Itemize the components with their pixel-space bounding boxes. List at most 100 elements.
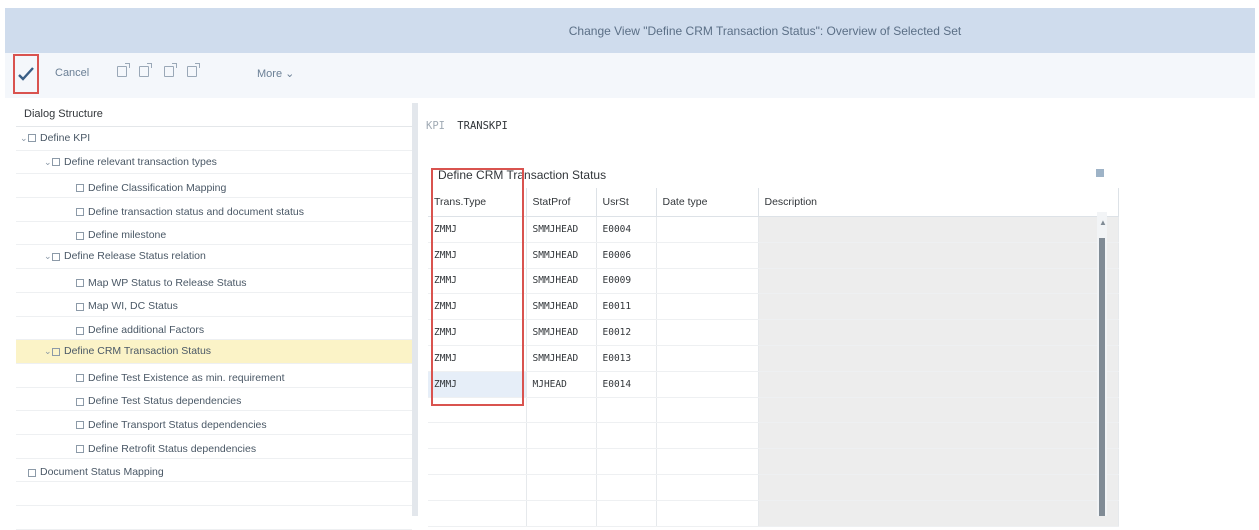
tree-item[interactable]: Map WI, DC Status bbox=[16, 293, 412, 317]
column-header-usr-st[interactable]: UsrSt bbox=[596, 188, 657, 217]
tree-item[interactable]: Define Test Status dependencies bbox=[16, 388, 412, 412]
cell-stat-prof[interactable]: SMMJHEAD bbox=[526, 319, 597, 346]
column-header-trans-type[interactable]: Trans.Type bbox=[428, 188, 527, 217]
cell-description[interactable] bbox=[758, 268, 1119, 295]
cell-usr-st[interactable]: E0012 bbox=[596, 319, 657, 346]
cell-trans-type[interactable]: ZMMJ bbox=[428, 216, 527, 243]
cell-stat-prof[interactable]: SMMJHEAD bbox=[526, 216, 597, 243]
checkmark-icon bbox=[18, 67, 34, 81]
tree-item[interactable]: ⌄ Define CRM Transaction Status bbox=[16, 340, 412, 364]
undo-change-icon[interactable] bbox=[187, 63, 200, 77]
table-row[interactable]: ZMMJ SMMJHEAD E0011 bbox=[428, 293, 1119, 321]
cell-trans-type[interactable]: ZMMJ bbox=[428, 242, 527, 269]
folder-icon bbox=[76, 279, 84, 288]
table-row[interactable]: ZMMJ SMMJHEAD E0013 bbox=[428, 345, 1119, 372]
cell-stat-prof[interactable]: MJHEAD bbox=[526, 371, 597, 398]
save-check-button[interactable] bbox=[13, 54, 39, 94]
tree-item[interactable]: ⌄ Define KPI bbox=[16, 127, 412, 151]
table-empty-row bbox=[428, 448, 1119, 475]
empty-cell bbox=[596, 448, 657, 475]
status-table: Trans.Type StatProf UsrSt Date type Desc… bbox=[428, 188, 1119, 527]
column-header-description[interactable]: Description bbox=[758, 188, 1119, 217]
cell-date-type[interactable] bbox=[656, 293, 759, 321]
cell-date-type[interactable] bbox=[656, 319, 759, 346]
cell-trans-type[interactable]: ZMMJ bbox=[428, 293, 527, 321]
folder-icon bbox=[76, 326, 84, 335]
tree-item[interactable]: ⌄ Define relevant transaction types bbox=[16, 151, 412, 175]
chevron-down-icon[interactable]: ⌄ bbox=[20, 127, 28, 150]
cell-usr-st[interactable]: E0011 bbox=[596, 293, 657, 321]
cell-trans-type[interactable]: ZMMJ bbox=[428, 371, 527, 398]
folder-icon bbox=[28, 468, 36, 477]
cell-description[interactable] bbox=[758, 345, 1119, 372]
cell-description[interactable] bbox=[758, 216, 1119, 243]
cell-description[interactable] bbox=[758, 371, 1119, 398]
more-menu-button[interactable]: More ⌄ bbox=[257, 67, 294, 80]
column-header-date-type[interactable]: Date type bbox=[656, 188, 759, 217]
cell-date-type[interactable] bbox=[656, 216, 759, 243]
chevron-down-icon[interactable]: ⌄ bbox=[44, 245, 52, 268]
delete-icon[interactable] bbox=[164, 63, 177, 77]
empty-cell bbox=[428, 500, 527, 527]
cell-description[interactable] bbox=[758, 242, 1119, 269]
cell-usr-st[interactable]: E0009 bbox=[596, 268, 657, 295]
table-row[interactable]: ZMMJ MJHEAD E0014 bbox=[428, 371, 1119, 398]
cell-usr-st[interactable]: E0006 bbox=[596, 242, 657, 269]
cell-usr-st[interactable]: E0013 bbox=[596, 345, 657, 372]
cell-usr-st[interactable]: E0004 bbox=[596, 216, 657, 243]
kpi-field: KPI TRANSKPI bbox=[426, 120, 508, 132]
folder-icon bbox=[76, 421, 84, 430]
new-entries-icon[interactable] bbox=[117, 63, 130, 77]
tree-item[interactable]: Define milestone bbox=[16, 222, 412, 246]
vertical-scrollbar[interactable]: ▲ bbox=[1097, 212, 1107, 516]
table-row[interactable]: ZMMJ SMMJHEAD E0012 bbox=[428, 319, 1119, 346]
cell-usr-st[interactable]: E0014 bbox=[596, 371, 657, 398]
empty-cell bbox=[526, 474, 597, 501]
title-bar: Change View "Define CRM Transaction Stat… bbox=[5, 8, 1255, 53]
tree-item[interactable]: Define Test Existence as min. requiremen… bbox=[16, 364, 412, 388]
tree-item[interactable]: Define Retrofit Status dependencies bbox=[16, 435, 412, 459]
cell-date-type[interactable] bbox=[656, 345, 759, 372]
tree-item[interactable]: Define additional Factors bbox=[16, 317, 412, 341]
cell-trans-type[interactable]: ZMMJ bbox=[428, 268, 527, 295]
tree-item-label: Define Transport Status dependencies bbox=[88, 418, 267, 431]
tree-item[interactable]: ⌄ Define Release Status relation bbox=[16, 245, 412, 270]
cell-description[interactable] bbox=[758, 293, 1119, 321]
cell-date-type[interactable] bbox=[656, 242, 759, 269]
empty-cell bbox=[526, 500, 597, 527]
tree-item[interactable]: Define Classification Mapping bbox=[16, 174, 412, 199]
table-settings-icon[interactable] bbox=[1096, 169, 1104, 177]
cell-trans-type[interactable]: ZMMJ bbox=[428, 319, 527, 346]
empty-cell bbox=[428, 397, 527, 424]
empty-cell bbox=[526, 422, 597, 450]
table-row[interactable]: ZMMJ SMMJHEAD E0009 bbox=[428, 268, 1119, 295]
chevron-down-icon[interactable]: ⌄ bbox=[44, 151, 52, 174]
scrollbar-thumb[interactable] bbox=[1099, 238, 1105, 516]
folder-icon bbox=[76, 184, 84, 193]
table-row[interactable]: ZMMJ SMMJHEAD E0004 bbox=[428, 216, 1119, 243]
column-header-stat-prof[interactable]: StatProf bbox=[526, 188, 597, 217]
tree-item[interactable]: Map WP Status to Release Status bbox=[16, 269, 412, 293]
empty-cell bbox=[428, 448, 527, 475]
table-row[interactable]: ZMMJ SMMJHEAD E0006 bbox=[428, 242, 1119, 269]
tree-item[interactable]: Document Status Mapping bbox=[16, 459, 412, 483]
cell-stat-prof[interactable]: SMMJHEAD bbox=[526, 293, 597, 321]
empty-cell bbox=[428, 474, 527, 501]
cell-date-type[interactable] bbox=[656, 268, 759, 295]
tree-item[interactable]: Define Transport Status dependencies bbox=[16, 411, 412, 435]
cell-stat-prof[interactable]: SMMJHEAD bbox=[526, 345, 597, 372]
scroll-up-icon[interactable]: ▲ bbox=[1099, 218, 1107, 227]
empty-cell bbox=[596, 474, 657, 501]
copy-as-icon[interactable] bbox=[139, 63, 152, 77]
tree-item[interactable]: Define transaction status and document s… bbox=[16, 198, 412, 222]
table-empty-row bbox=[428, 500, 1119, 527]
cell-date-type[interactable] bbox=[656, 371, 759, 398]
chevron-down-icon[interactable]: ⌄ bbox=[44, 340, 52, 363]
cell-stat-prof[interactable]: SMMJHEAD bbox=[526, 242, 597, 269]
cell-stat-prof[interactable]: SMMJHEAD bbox=[526, 268, 597, 295]
cell-trans-type[interactable]: ZMMJ bbox=[428, 345, 527, 372]
cancel-button[interactable]: Cancel bbox=[55, 67, 89, 79]
empty-cell bbox=[758, 422, 1119, 450]
tree-empty-row bbox=[16, 506, 412, 530]
cell-description[interactable] bbox=[758, 319, 1119, 346]
